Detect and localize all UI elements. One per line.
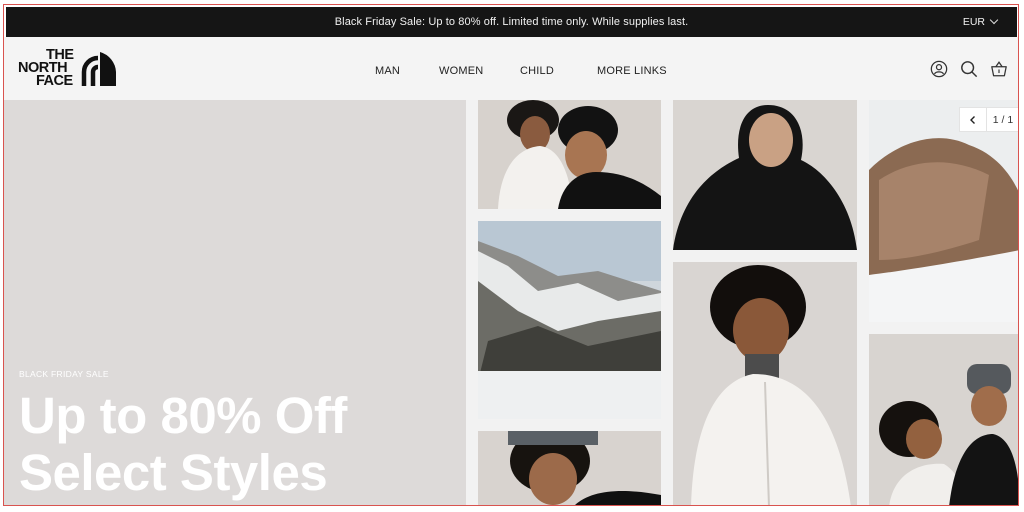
photo-rock-formation[interactable] xyxy=(869,100,1018,322)
slider-counter: 1 / 1 xyxy=(992,113,1014,126)
photo-snowy-mountains[interactable] xyxy=(478,221,661,419)
browser-viewport: Black Friday Sale: Up to 80% off. Limite… xyxy=(3,4,1019,506)
nav-item-women[interactable]: WOMEN xyxy=(439,65,483,77)
chevron-left-icon xyxy=(970,115,975,124)
chevron-down-icon xyxy=(989,15,999,25)
photo-child-hand-on-head[interactable] xyxy=(478,431,661,505)
hero-tag: BLACK FRIDAY SALE xyxy=(19,369,109,379)
announcement-text: Black Friday Sale: Up to 80% off. Limite… xyxy=(334,16,689,28)
hero-text-panel: BLACK FRIDAY SALE Up to 80% Off Select S… xyxy=(4,100,466,505)
header-actions xyxy=(930,60,1008,78)
half-dome-logo-icon xyxy=(81,52,116,86)
search-icon[interactable] xyxy=(960,60,978,78)
hero-headline-line1: Up to 80% Off xyxy=(19,387,347,444)
account-icon[interactable] xyxy=(930,60,948,78)
currency-label: EUR xyxy=(962,16,985,28)
brand-logo[interactable]: THE NORTH FACE xyxy=(18,47,116,92)
photo-teen-black-puffer[interactable] xyxy=(673,100,857,250)
nav-item-more-links[interactable]: MORE LINKS xyxy=(597,65,667,77)
basket-icon[interactable] xyxy=(990,60,1008,78)
photo-woman-white-puffer[interactable] xyxy=(673,262,857,505)
hero-headline-line2: Select Styles xyxy=(19,444,328,501)
hero-headline: Up to 80% Off Select Styles xyxy=(19,387,347,501)
currency-selector[interactable]: EUR xyxy=(962,15,999,28)
nav-item-man[interactable]: MAN xyxy=(375,65,400,77)
slider-controls: 1 / 1 xyxy=(959,107,1018,132)
site-header: THE NORTH FACE MAN WOMEN CHILD MORE LINK… xyxy=(4,37,1018,100)
slider-prev-button[interactable] xyxy=(960,108,987,131)
image-collage: 1 / 1 xyxy=(466,100,1018,505)
logo-wordmark: THE NORTH FACE xyxy=(18,47,74,89)
nav-item-child[interactable]: CHILD xyxy=(520,65,554,77)
photo-kids-hugging[interactable] xyxy=(869,334,1018,505)
hero-banner: BLACK FRIDAY SALE Up to 80% Off Select S… xyxy=(4,100,1018,505)
announcement-bar: Black Friday Sale: Up to 80% off. Limite… xyxy=(6,7,1017,37)
photo-kids-winter-jackets[interactable] xyxy=(478,100,661,209)
